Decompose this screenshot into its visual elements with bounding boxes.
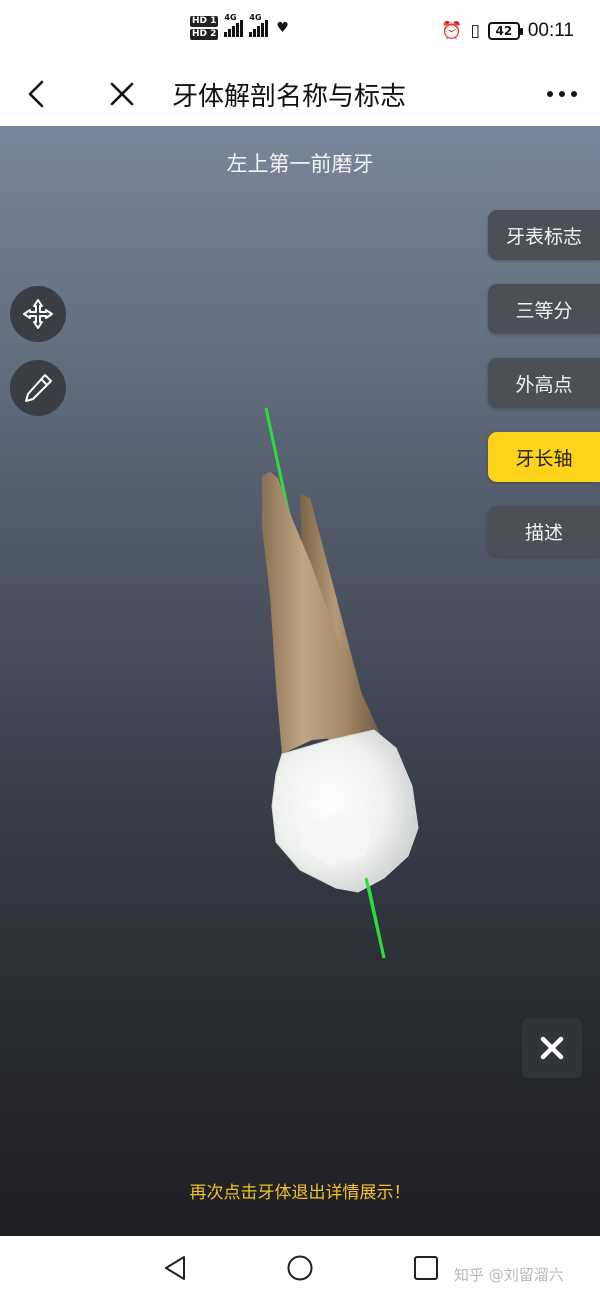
nav-recent-button[interactable]: [410, 1252, 442, 1284]
battery-icon: 42: [487, 22, 523, 40]
height-of-contour-label: 外高点: [515, 373, 573, 396]
navigation-bar: 知乎 @刘留溜六: [0, 1236, 600, 1299]
tooth-name: 左上第一前磨牙: [226, 152, 374, 176]
close-detail-button[interactable]: [522, 1018, 582, 1078]
circle-home-icon: [287, 1255, 313, 1281]
long-axis-button[interactable]: 牙长轴: [488, 432, 600, 482]
nav-back-button[interactable]: [160, 1252, 192, 1284]
clock: 00:11: [527, 20, 574, 41]
net2-label: 4G: [249, 13, 262, 22]
height-of-contour-button[interactable]: 外高点: [488, 358, 600, 408]
tooth-root-palatal: [262, 472, 380, 754]
long-axis-label: 牙长轴: [515, 447, 573, 470]
thirds-button[interactable]: 三等分: [488, 284, 600, 334]
watermark: 知乎 @刘留溜六: [454, 1266, 564, 1284]
status-bar: HD 1 HD 2 4G 4G ♥ ⏰ ▯ 42 00:11: [0, 0, 600, 64]
draw-button[interactable]: [10, 360, 66, 416]
description-button[interactable]: 描述: [488, 506, 600, 556]
signal-icon-2: 4G: [249, 13, 269, 37]
move-button[interactable]: [10, 286, 66, 342]
net1-label: 4G: [224, 13, 237, 22]
triangle-back-icon: [165, 1256, 185, 1280]
move-icon: [23, 299, 53, 329]
status-left: HD 1 HD 2 4G 4G ♥: [190, 13, 289, 40]
status-right: ⏰ ▯ 42 00:11: [441, 20, 574, 42]
square-recent-icon: [414, 1256, 438, 1280]
tooth-crown: [271, 729, 419, 893]
description-label: 描述: [524, 521, 563, 544]
app-screen: HD 1 HD 2 4G 4G ♥ ⏰ ▯ 42 00:11 牙体解剖名称与标志…: [0, 0, 600, 1299]
more-icon: [547, 91, 577, 97]
close-icon: [110, 82, 134, 106]
heart-icon: ♥: [276, 20, 289, 36]
surface-landmarks-button[interactable]: 牙表标志: [488, 210, 600, 260]
surface-landmarks-label: 牙表标志: [505, 225, 582, 248]
tooth-viewer[interactable]: 左上第一前磨牙 牙表标志 三等分 外高点 牙长轴 描述 再次点击牙体退出详情展示…: [0, 126, 600, 1236]
close-icon: [540, 1036, 564, 1060]
pencil-icon: [25, 374, 52, 402]
exit-hint: 再次点击牙体退出详情展示！: [189, 1183, 411, 1203]
more-button[interactable]: [542, 74, 582, 114]
chevron-left-icon: [28, 80, 44, 108]
alarm-icon: ⏰: [441, 21, 463, 41]
hd-indicators: HD 1 HD 2: [190, 16, 219, 40]
signal-icon: 4G: [224, 13, 244, 37]
hd2-badge: HD 2: [190, 29, 219, 40]
hd1-badge: HD 1: [190, 16, 219, 27]
vibrate-icon: ▯: [470, 21, 480, 41]
page-title: 牙体解剖名称与标志: [172, 82, 407, 112]
back-button[interactable]: [18, 74, 58, 114]
battery-level: 42: [495, 24, 513, 38]
nav-home-button[interactable]: [284, 1252, 316, 1284]
close-button[interactable]: [102, 74, 142, 114]
title-bar: 牙体解剖名称与标志: [0, 64, 600, 126]
thirds-label: 三等分: [515, 299, 573, 322]
